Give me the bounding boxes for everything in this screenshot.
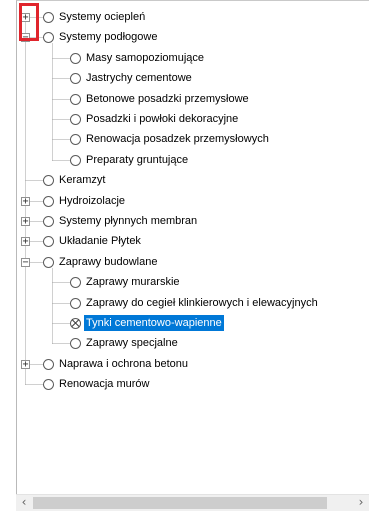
scroll-left-button[interactable]: ‹: [16, 495, 32, 511]
radio-empty-icon[interactable]: [70, 53, 81, 64]
expand-icon[interactable]: +: [21, 216, 30, 227]
plus-icon: +: [22, 216, 29, 227]
tree-item-renowacja-murow[interactable]: Renowacja murów: [17, 374, 369, 394]
tree-item-zaprawy-budowlane[interactable]: − Zaprawy budowlane: [17, 252, 369, 272]
radio-empty-icon[interactable]: [43, 236, 54, 247]
expand-icon[interactable]: +: [21, 12, 30, 23]
expand-icon[interactable]: +: [21, 236, 30, 247]
tree-item-systemy-ocieplen[interactable]: + Systemy ociepleń: [17, 7, 369, 27]
tree-item-label: Zaprawy budowlane: [59, 256, 158, 268]
tree-item-betonowe-posadzki-przemyslowe[interactable]: Betonowe posadzki przemysłowe: [17, 89, 369, 109]
scroll-thumb[interactable]: [33, 497, 327, 509]
radio-empty-icon[interactable]: [43, 257, 54, 268]
plus-icon: +: [22, 196, 29, 207]
radio-empty-icon[interactable]: [70, 155, 81, 166]
tree-item-label: Układanie Płytek: [59, 235, 141, 247]
minus-icon: −: [22, 32, 29, 43]
tree-item-systemy-podlogowe[interactable]: − Systemy podłogowe: [17, 27, 369, 47]
tree-item-label: Zaprawy murarskie: [86, 276, 180, 288]
tree-item-label: Masy samopoziomujące: [86, 52, 204, 64]
radio-empty-icon[interactable]: [70, 134, 81, 145]
tree-item-label: Systemy podłogowe: [59, 31, 158, 43]
radio-empty-icon[interactable]: [43, 196, 54, 207]
tree-item-label: Keramzyt: [59, 174, 106, 186]
expand-icon[interactable]: +: [21, 196, 30, 207]
minus-icon: −: [22, 257, 29, 268]
horizontal-scrollbar[interactable]: ‹ ›: [16, 494, 369, 511]
chevron-right-icon: ›: [358, 495, 364, 509]
radio-empty-icon[interactable]: [43, 12, 54, 23]
expand-icon[interactable]: +: [21, 359, 30, 370]
tree-item-keramzyt[interactable]: Keramzyt: [17, 170, 369, 190]
tree-item-label: Tynki cementowo-wapienne: [84, 315, 224, 331]
radio-empty-icon[interactable]: [70, 94, 81, 105]
tree-item-label: Preparaty gruntujące: [86, 154, 189, 166]
tree-item-label: Renowacja murów: [59, 378, 150, 390]
radio-empty-icon[interactable]: [43, 32, 54, 43]
scroll-right-button[interactable]: ›: [353, 495, 369, 511]
tree-item-jastrychy-cementowe[interactable]: Jastrychy cementowe: [17, 68, 369, 88]
tree-panel: + Systemy ociepleń − Systemy podłogowe Masy …: [16, 0, 369, 511]
chevron-left-icon: ‹: [21, 495, 27, 509]
tree-item-label: Renowacja posadzek przemysłowych: [86, 133, 269, 145]
tree-item-posadzki-i-powloki-dekoracyjne[interactable]: Posadzki i powłoki dekoracyjne: [17, 109, 369, 129]
radio-empty-icon[interactable]: [43, 379, 54, 390]
tree-item-masy-samopoziomujace[interactable]: Masy samopoziomujące: [17, 48, 369, 68]
tree-item-label: Zaprawy specjalne: [86, 337, 178, 349]
tree-item-zaprawy-specjalne[interactable]: Zaprawy specjalne: [17, 333, 369, 353]
plus-icon: +: [22, 359, 29, 370]
tree-item-label: Systemy płynnych membran: [59, 215, 198, 227]
radio-empty-icon[interactable]: [43, 359, 54, 370]
tree-item-zaprawy-murarskie[interactable]: Zaprawy murarskie: [17, 272, 369, 292]
collapse-icon[interactable]: −: [21, 32, 30, 43]
tree-item-label: Hydroizolacje: [59, 195, 126, 207]
radio-empty-icon[interactable]: [70, 277, 81, 288]
tree-item-label: Naprawa i ochrona betonu: [59, 358, 189, 370]
tree-item-renowacja-posadzek-przemyslowych[interactable]: Renowacja posadzek przemysłowych: [17, 129, 369, 149]
tree-item-hydroizolacje[interactable]: + Hydroizolacje: [17, 191, 369, 211]
radio-empty-icon[interactable]: [70, 73, 81, 84]
tree-item-zaprawy-do-cegiel-klinkierowych-i-elewacyjnych[interactable]: Zaprawy do cegieł klinkierowych i elewac…: [17, 293, 369, 313]
plus-icon: +: [22, 236, 29, 247]
tree-item-naprawa-i-ochrona-betonu[interactable]: + Naprawa i ochrona betonu: [17, 354, 369, 374]
tree-item-systemy-plynnych-membran[interactable]: + Systemy płynnych membran: [17, 211, 369, 231]
radio-empty-icon[interactable]: [70, 298, 81, 309]
tree-item-label: Systemy ociepleń: [59, 11, 146, 23]
radio-empty-icon[interactable]: [70, 338, 81, 349]
radio-empty-icon[interactable]: [43, 175, 54, 186]
collapse-icon[interactable]: −: [21, 257, 30, 268]
tree-item-label: Zaprawy do cegieł klinkierowych i elewac…: [86, 297, 318, 309]
tree-item-label: Jastrychy cementowe: [86, 72, 192, 84]
radio-excluded-icon[interactable]: [70, 318, 81, 329]
tree-item-preparaty-gruntujace[interactable]: Preparaty gruntujące: [17, 150, 369, 170]
tree-item-label: Posadzki i powłoki dekoracyjne: [86, 113, 239, 125]
tree-item-tynki-cementowo-wapienne[interactable]: Tynki cementowo-wapienne: [17, 313, 369, 333]
tree-item-ukladanie-plytek[interactable]: + Układanie Płytek: [17, 231, 369, 251]
tree-item-label: Betonowe posadzki przemysłowe: [86, 93, 249, 105]
plus-icon: +: [22, 12, 29, 23]
radio-empty-icon[interactable]: [43, 216, 54, 227]
radio-empty-icon[interactable]: [70, 114, 81, 125]
